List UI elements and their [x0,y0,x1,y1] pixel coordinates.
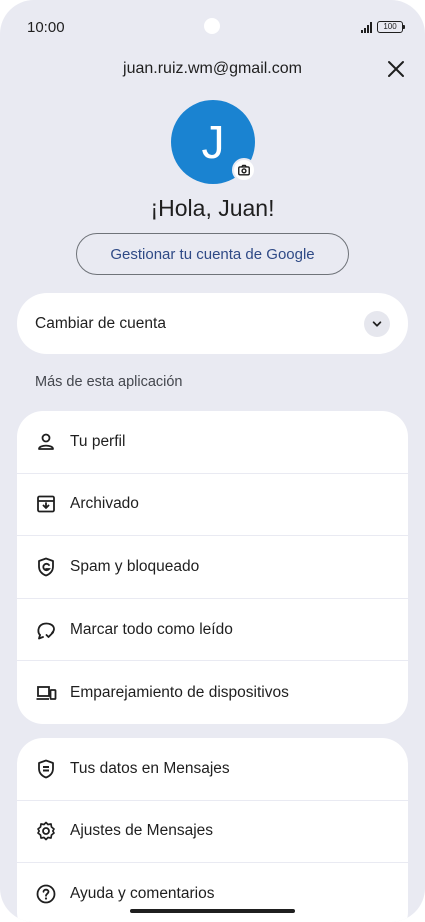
spam-shield-icon [35,556,57,578]
person-icon [35,431,57,453]
menu-item-label: Ayuda y comentarios [70,885,215,903]
menu-item-spam[interactable]: Spam y bloqueado [17,536,408,599]
menu-item-device-pairing[interactable]: Emparejamiento de dispositivos [17,661,408,724]
menu-item-settings[interactable]: Ajustes de Mensajes [17,801,408,864]
signal-icon [361,21,372,33]
mark-read-icon [35,619,57,641]
menu-item-label: Ajustes de Mensajes [70,822,214,840]
settings-menu-card: Tus datos en Mensajes Ajustes de Mensaje… [17,738,408,922]
menu-item-help[interactable]: Ayuda y comentarios [17,863,408,922]
archive-icon [35,493,57,515]
battery-icon: 100 [377,21,405,33]
menu-item-label: Spam y bloqueado [70,557,200,575]
app-menu-card: Tu perfil Archivado Spam y bloqueado Mar… [17,411,408,724]
front-camera [204,18,220,34]
menu-item-label: Emparejamiento de dispositivos [70,683,289,701]
switch-account-row[interactable]: Cambiar de cuenta [17,293,408,354]
menu-item-label: Archivado [70,495,139,513]
chevron-down-icon[interactable] [364,310,390,337]
help-icon [35,883,57,905]
manage-account-button[interactable]: Gestionar tu cuenta de Google [76,233,349,275]
settings-gear-icon [35,820,57,842]
devices-icon [35,682,57,704]
switch-account-label: Cambiar de cuenta [35,314,166,332]
data-shield-icon [35,758,57,780]
status-indicators: 100 [361,21,405,33]
menu-item-profile[interactable]: Tu perfil [17,411,408,474]
section-label: Más de esta aplicación [35,374,183,390]
menu-item-your-data[interactable]: Tus datos en Mensajes [17,738,408,801]
account-email: juan.ruiz.wm@gmail.com [123,60,302,77]
close-icon[interactable] [385,58,407,80]
status-bar: 10:00 100 [0,0,425,56]
home-indicator[interactable] [130,909,295,913]
menu-item-label: Tus datos en Mensajes [70,759,230,777]
menu-item-mark-all-read[interactable]: Marcar todo como leído [17,599,408,662]
account-menu-screen: 10:00 100 juan.ruiz.wm@gmail.com J ¡Hola… [0,0,425,922]
greeting: ¡Hola, Juan! [150,195,275,221]
menu-item-label: Tu perfil [70,432,126,450]
menu-item-label: Marcar todo como leído [70,620,233,638]
status-time: 10:00 [27,19,65,36]
menu-item-archived[interactable]: Archivado [17,474,408,537]
camera-icon[interactable] [232,158,256,182]
